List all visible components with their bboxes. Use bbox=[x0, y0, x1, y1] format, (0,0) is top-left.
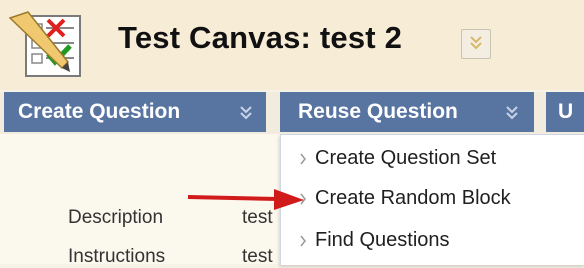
upload-questions-button[interactable]: U bbox=[546, 92, 584, 132]
menu-item-find-questions[interactable]: Find Questions bbox=[300, 229, 450, 252]
title-menu-button[interactable] bbox=[461, 29, 491, 59]
menu-item-label: Create Random Block bbox=[315, 187, 511, 209]
menu-item-create-question-set[interactable]: Create Question Set bbox=[300, 147, 497, 170]
double-chevron-down-icon bbox=[506, 106, 518, 120]
chevron-right-icon bbox=[300, 235, 306, 247]
page-title: Test Canvas: test 2 bbox=[118, 20, 403, 55]
menu-item-create-random-block[interactable]: Create Random Block bbox=[300, 187, 511, 210]
create-question-label: Create Question bbox=[18, 100, 181, 123]
reuse-question-menu: Create Question Set Create Random Block … bbox=[280, 134, 584, 265]
reuse-question-button[interactable]: Reuse Question bbox=[280, 92, 534, 132]
page-header: Test Canvas: test 2 bbox=[0, 0, 584, 90]
instructions-label: Instructions bbox=[68, 246, 166, 267]
red-arrow-icon bbox=[187, 189, 304, 210]
menu-item-label: Create Question Set bbox=[315, 147, 497, 169]
menu-item-label: Find Questions bbox=[315, 229, 450, 251]
double-chevron-down-icon bbox=[240, 106, 252, 120]
upload-questions-label: U bbox=[558, 100, 574, 123]
test-checklist-icon bbox=[8, 11, 81, 77]
description-label: Description bbox=[68, 207, 164, 228]
create-question-button[interactable]: Create Question bbox=[4, 92, 266, 132]
action-toolbar: Create Question Reuse Question U bbox=[0, 92, 584, 134]
reuse-question-label: Reuse Question bbox=[298, 100, 458, 123]
chevron-down-icon bbox=[470, 36, 482, 50]
chevron-right-icon bbox=[300, 153, 306, 165]
instructions-value: test bbox=[242, 246, 273, 267]
